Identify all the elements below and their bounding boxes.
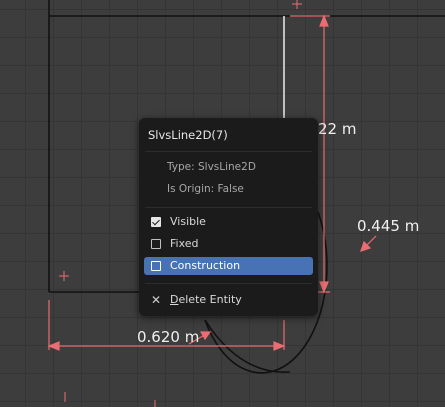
vertical-dimension-label[interactable]: 22 m <box>318 120 356 138</box>
menu-item-visible[interactable]: Visible <box>144 213 313 231</box>
3d-viewport[interactable]: 22 m 0.445 m 0.620 m SlvsLine2D(7) Type:… <box>0 0 445 407</box>
close-icon: ✕ <box>151 293 162 307</box>
menu-item-delete-entity[interactable]: ✕ Delete Entity <box>144 291 313 309</box>
menu-separator <box>145 207 312 208</box>
origin-info: Is Origin: False <box>167 183 244 195</box>
menu-item-label-rest: elete Entity <box>178 293 242 306</box>
point-marker[interactable] <box>59 271 69 281</box>
horizontal-dimension-label[interactable]: 0.620 m <box>137 328 199 346</box>
entity-type-info: Type: SlvsLine2D <box>167 161 256 173</box>
menu-title: SlvsLine2D(7) <box>148 128 228 142</box>
menu-separator <box>145 151 312 152</box>
origin-marker[interactable] <box>292 0 302 9</box>
menu-separator <box>145 283 312 284</box>
menu-item-label: Delete Entity <box>170 293 242 306</box>
menu-item-construction[interactable]: Construction <box>144 257 313 275</box>
entity-context-menu: SlvsLine2D(7) Type: SlvsLine2D Is Origin… <box>139 118 318 316</box>
menu-item-label: Fixed <box>170 237 199 250</box>
menu-item-fixed[interactable]: Fixed <box>144 235 313 253</box>
radius-dimension-label[interactable]: 0.445 m <box>357 217 419 235</box>
menu-item-label: Construction <box>170 259 241 272</box>
menu-item-label: Visible <box>170 215 206 228</box>
checkbox-icon[interactable] <box>151 239 161 249</box>
checkbox-icon[interactable] <box>151 261 161 271</box>
checkbox-checked-icon[interactable] <box>151 217 161 227</box>
